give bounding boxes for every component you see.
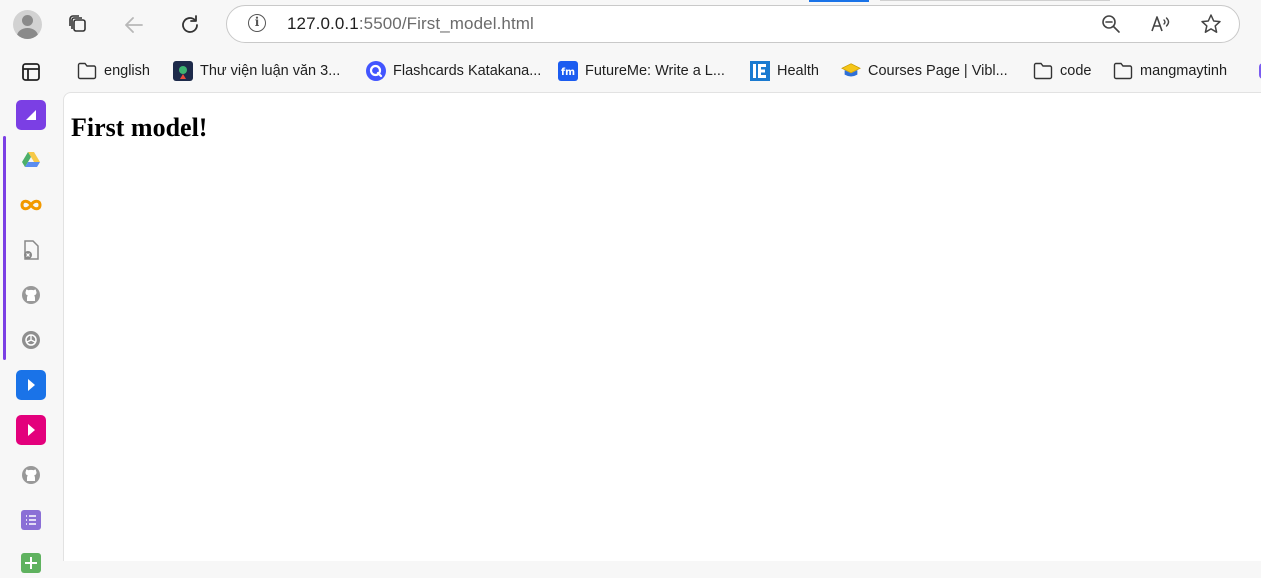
page-heading: First model! (71, 113, 208, 142)
address-bar[interactable]: i 127.0.0.1:5500/First_model.html (226, 5, 1240, 43)
tab-strip-line (880, 0, 1110, 1)
viblo-favicon (841, 61, 861, 81)
bookmark-mangmaytinh[interactable]: mangmaytinh (1113, 59, 1227, 83)
ie-favicon (750, 61, 770, 81)
folder-icon (1033, 61, 1053, 81)
url-path: :5500/First_model.html (358, 14, 534, 33)
bookmark-label: FutureMe: Write a L... (585, 63, 725, 79)
green-app-icon[interactable] (16, 548, 46, 578)
browser-toolbar: i 127.0.0.1:5500/First_model.html (0, 0, 1261, 50)
svg-text:fm: fm (561, 67, 575, 78)
folder-icon (77, 61, 97, 81)
bookmark-english[interactable]: english (77, 59, 150, 83)
browser-sidebar (0, 50, 62, 573)
chatgpt-icon[interactable] (16, 325, 46, 355)
bookmark-label: code (1060, 63, 1092, 79)
bookmark-label: mangmaytinh (1140, 63, 1228, 79)
favorites-bar: english Thư viện luận văn 3... Flashcard… (62, 52, 1261, 90)
workspaces-icon[interactable] (16, 57, 46, 87)
web-page-content: First model! (63, 92, 1261, 561)
url-host: 127.0.0.1 (287, 14, 359, 33)
futureme-favicon: fm (558, 61, 578, 81)
bookmark-label: Flashcards Katakana... (393, 63, 542, 79)
bookmark-courses-viblo[interactable]: Courses Page | Vibl... (841, 59, 1008, 83)
read-aloud-icon[interactable] (1147, 10, 1175, 38)
zoom-out-icon[interactable] (1097, 10, 1125, 38)
reload-icon[interactable] (174, 9, 206, 41)
bookmark-futureme[interactable]: fm FutureMe: Write a L... (558, 59, 725, 83)
quizlet-favicon (366, 61, 386, 81)
site-info-icon[interactable]: i (248, 14, 266, 32)
folder-icon (1113, 61, 1133, 81)
sidebar-group-indicator (3, 136, 6, 360)
bookmark-flashcards[interactable]: Flashcards Katakana... (366, 59, 541, 83)
github-icon[interactable] (16, 280, 46, 310)
url-text[interactable]: 127.0.0.1:5500/First_model.html (287, 14, 534, 34)
tab-actions-icon[interactable] (62, 9, 94, 41)
bookmark-health[interactable]: Health (750, 59, 819, 83)
file-blocked-icon[interactable] (16, 235, 46, 265)
blue-play-icon[interactable] (16, 370, 46, 400)
github-icon-2[interactable] (16, 460, 46, 490)
bookmark-label: Health (777, 63, 819, 79)
tab-accent-line (809, 0, 869, 2)
infinity-icon[interactable] (16, 190, 46, 220)
app-favicon (1252, 61, 1261, 81)
pink-play-icon[interactable] (16, 415, 46, 445)
bookmark-code[interactable]: code (1033, 59, 1091, 83)
back-arrow-icon[interactable] (118, 9, 150, 41)
bookmark-label: Courses Page | Vibl... (868, 63, 1008, 79)
thuvien-favicon (173, 61, 193, 81)
bookmark-thu-vien[interactable]: Thư viện luận văn 3... (173, 59, 340, 83)
list-app-icon[interactable] (16, 505, 46, 535)
profile-avatar[interactable] (13, 10, 42, 39)
favorite-star-icon[interactable] (1197, 10, 1225, 38)
google-drive-icon[interactable] (16, 145, 46, 175)
bookmark-label: Thư viện luận văn 3... (200, 63, 341, 79)
bookmark-label: english (104, 63, 150, 79)
bookmark-overflow[interactable] (1252, 59, 1261, 83)
purple-app-icon[interactable] (16, 100, 46, 130)
